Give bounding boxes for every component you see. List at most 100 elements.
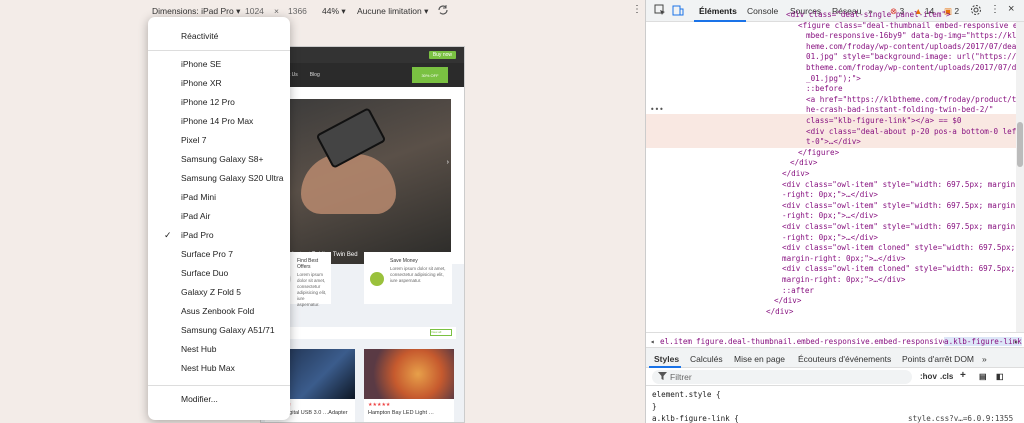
menu-item-nest-hub-max[interactable]: Nest Hub Max <box>181 363 235 377</box>
caret-down-icon: ▾ <box>236 6 241 16</box>
dom-line[interactable]: <div class="deal-about p-20 pos-a bottom… <box>806 127 1016 137</box>
node-actions-icon[interactable]: ••• <box>650 105 664 115</box>
dom-line[interactable]: -right: 0px;">…</div> <box>782 211 878 221</box>
styles-tabs: Styles Calculés Mise en page Écouteurs d… <box>646 348 1024 368</box>
devtools-panel: Éléments Console Sources Réseau » ⊗ 3 ▲ … <box>645 0 1024 423</box>
more-options-icon[interactable]: ⋮ <box>632 4 642 15</box>
dom-line[interactable]: ::before <box>806 84 843 94</box>
card-body: Lorem ipsum dolor sit amet, consectetur … <box>297 272 327 307</box>
dom-line[interactable]: <div class="deal-single panel-item"> <box>786 10 951 20</box>
dom-tree: <div class="deal-single panel-item"> <fig… <box>646 10 1016 332</box>
dom-line[interactable]: _01.jpg");"> <box>806 74 861 84</box>
product-card[interactable]: ★★★★★ Hampton Bay LED Light … <box>364 349 454 422</box>
dom-line[interactable]: class="klb-figure-link"></a> == $0 <box>806 116 961 126</box>
hover-toggle[interactable]: :hov <box>920 372 937 381</box>
dom-scrollbar[interactable] <box>1016 22 1024 332</box>
scrollbar-thumb[interactable] <box>1017 122 1023 167</box>
dom-line[interactable]: heme.com/froday/wp-content/uploads/2017/… <box>806 42 1016 52</box>
dom-line[interactable]: 01.jpg" style="background-image: url("ht… <box>806 52 1016 62</box>
dom-line[interactable]: ::after <box>782 286 814 296</box>
new-rule-button[interactable]: + <box>960 370 966 381</box>
sidebar-toggle-icon[interactable]: ◧ <box>996 372 1004 381</box>
dom-line[interactable]: margin-right: 0px;">…</div> <box>782 275 905 285</box>
dom-line[interactable]: <div class="owl-item" style="width: 697.… <box>782 201 1015 211</box>
dom-line[interactable]: t-0">…</div> <box>806 137 861 147</box>
dom-line[interactable]: -right: 0px;">…</div> <box>782 233 878 243</box>
nav-blog[interactable]: Blog <box>310 72 320 78</box>
menu-item-ipad-pro[interactable]: iPad Pro <box>181 230 214 244</box>
tab-styles[interactable]: Styles <box>654 354 679 364</box>
chevron-right-icon[interactable]: › <box>447 159 449 166</box>
style-rule-line[interactable]: element.style { <box>652 390 721 399</box>
menu-item-modifier[interactable]: Modifier... <box>181 394 218 408</box>
menu-item-samsung-galaxy-s20-ultra[interactable]: Samsung Galaxy S20 Ultra <box>181 173 284 187</box>
dom-line[interactable]: he-crash-bad-instant-folding-twin-bed-2/… <box>806 105 993 115</box>
dom-line[interactable]: margin-right: 0px;">…</div> <box>782 254 905 264</box>
dom-line[interactable]: <div class="owl-item" style="width: 697.… <box>782 222 1015 232</box>
buy-now-button[interactable]: Buy now <box>428 51 456 59</box>
dom-line[interactable]: btheme.com/froday/wp-content/uploads/201… <box>806 63 1016 73</box>
height-input[interactable]: 1366 <box>288 6 307 16</box>
width-input[interactable]: 1024 <box>245 6 264 16</box>
tab-listeners[interactable]: Écouteurs d'événements <box>798 354 891 364</box>
card-body: Lorem ipsum dolor sit amet, consectetur … <box>390 266 446 283</box>
save-card: Save Money Lorem ipsum dolor sit amet, c… <box>364 252 452 304</box>
menu-item-ipad-air[interactable]: iPad Air <box>181 211 210 225</box>
tab-dom-breakpoints[interactable]: Points d'arrêt DOM <box>902 354 974 364</box>
style-rule-line[interactable]: } <box>652 402 657 411</box>
chevron-left-icon[interactable]: ◂ <box>650 337 655 346</box>
breadcrumb-item-active[interactable]: a.klb-figure-link <box>944 337 1022 346</box>
dom-line[interactable]: </div> <box>782 169 809 179</box>
dom-line[interactable]: </div> <box>790 158 817 168</box>
menu-item-iphone-14-pro-max[interactable]: iPhone 14 Pro Max <box>181 116 253 130</box>
menu-item-asus-zenbook-fold[interactable]: Asus Zenbook Fold <box>181 306 254 320</box>
menu-item-iphone-12-pro[interactable]: iPhone 12 Pro <box>181 97 235 111</box>
menu-item-surface-duo[interactable]: Surface Duo <box>181 268 228 282</box>
dimensions-dropdown[interactable]: Dimensions: iPad Pro ▾ <box>152 6 240 17</box>
menu-item-ipad-mini[interactable]: iPad Mini <box>181 192 216 206</box>
dom-line[interactable]: <div class="owl-item cloned" style="widt… <box>782 264 1015 274</box>
filter-input[interactable]: Filtrer <box>652 370 912 384</box>
check-icon: ✓ <box>164 230 172 240</box>
caret-down-icon: ▾ <box>424 6 429 16</box>
class-toggle[interactable]: .cls <box>940 372 953 381</box>
tab-computed[interactable]: Calculés <box>690 354 723 364</box>
chevron-right-icon[interactable]: ▸ <box>1014 337 1019 346</box>
tab-layout[interactable]: Mise en page <box>734 354 785 364</box>
menu-item-nest-hub[interactable]: Nest Hub <box>181 344 216 358</box>
menu-item-r-activit[interactable]: Réactivité <box>181 31 218 45</box>
menu-separator <box>148 385 290 386</box>
product-name[interactable]: Hampton Bay LED Light … <box>368 410 454 417</box>
product-image <box>364 349 454 399</box>
menu-item-samsung-galaxy-s8[interactable]: Samsung Galaxy S8+ <box>181 154 263 168</box>
dom-line[interactable]: mbed-responsive-16by9" data-bg-img="http… <box>806 31 1016 41</box>
breadcrumb-item[interactable]: figure.deal-thumbnail.embed-responsive.e… <box>696 337 975 346</box>
view-all-button[interactable]: View all <box>430 329 452 336</box>
dom-line[interactable]: <div class="owl-item" style="width: 697.… <box>782 180 1015 190</box>
rotate-icon[interactable] <box>437 4 449 18</box>
more-tabs-icon[interactable]: » <box>982 354 987 364</box>
dom-line[interactable]: </figure> <box>798 148 839 158</box>
dom-line[interactable]: <div class="owl-item cloned" style="widt… <box>782 243 1015 253</box>
dom-line[interactable]: -right: 0px;">…</div> <box>782 190 878 200</box>
dom-line[interactable]: <a href="https://klbtheme.com/froday/pro… <box>806 95 1016 105</box>
menu-item-iphone-xr[interactable]: iPhone XR <box>181 78 222 92</box>
dom-line[interactable]: </div> <box>766 307 793 317</box>
computed-styles-icon[interactable]: ▤ <box>979 372 987 381</box>
breadcrumb-item[interactable]: el.item <box>660 337 692 346</box>
dom-line[interactable]: </div> <box>774 296 801 306</box>
dom-line[interactable]: <figure class="deal-thumbnail embed-resp… <box>798 21 1016 31</box>
menu-item-samsung-galaxy-a51-71[interactable]: Samsung Galaxy A51/71 <box>181 325 275 339</box>
emulated-page: Buy now Contact Us Blog 30% OFF d Instan… <box>260 46 465 423</box>
menu-item-surface-pro-7[interactable]: Surface Pro 7 <box>181 249 233 263</box>
style-source-link[interactable]: style.css?v…=6.0.9:1355 <box>908 414 1013 423</box>
menu-separator <box>148 50 290 51</box>
menu-item-pixel-7[interactable]: Pixel 7 <box>181 135 207 149</box>
zoom-dropdown[interactable]: 44% ▾ <box>322 6 346 17</box>
style-rule-line[interactable]: a.klb-figure-link { <box>652 414 739 423</box>
throttle-dropdown[interactable]: Aucune limitation ▾ <box>357 6 428 17</box>
menu-item-galaxy-z-fold-5[interactable]: Galaxy Z Fold 5 <box>181 287 241 301</box>
menu-item-iphone-se[interactable]: iPhone SE <box>181 59 221 73</box>
filter-placeholder: Filtrer <box>670 372 692 382</box>
offer-banner[interactable]: 30% OFF <box>412 67 448 83</box>
